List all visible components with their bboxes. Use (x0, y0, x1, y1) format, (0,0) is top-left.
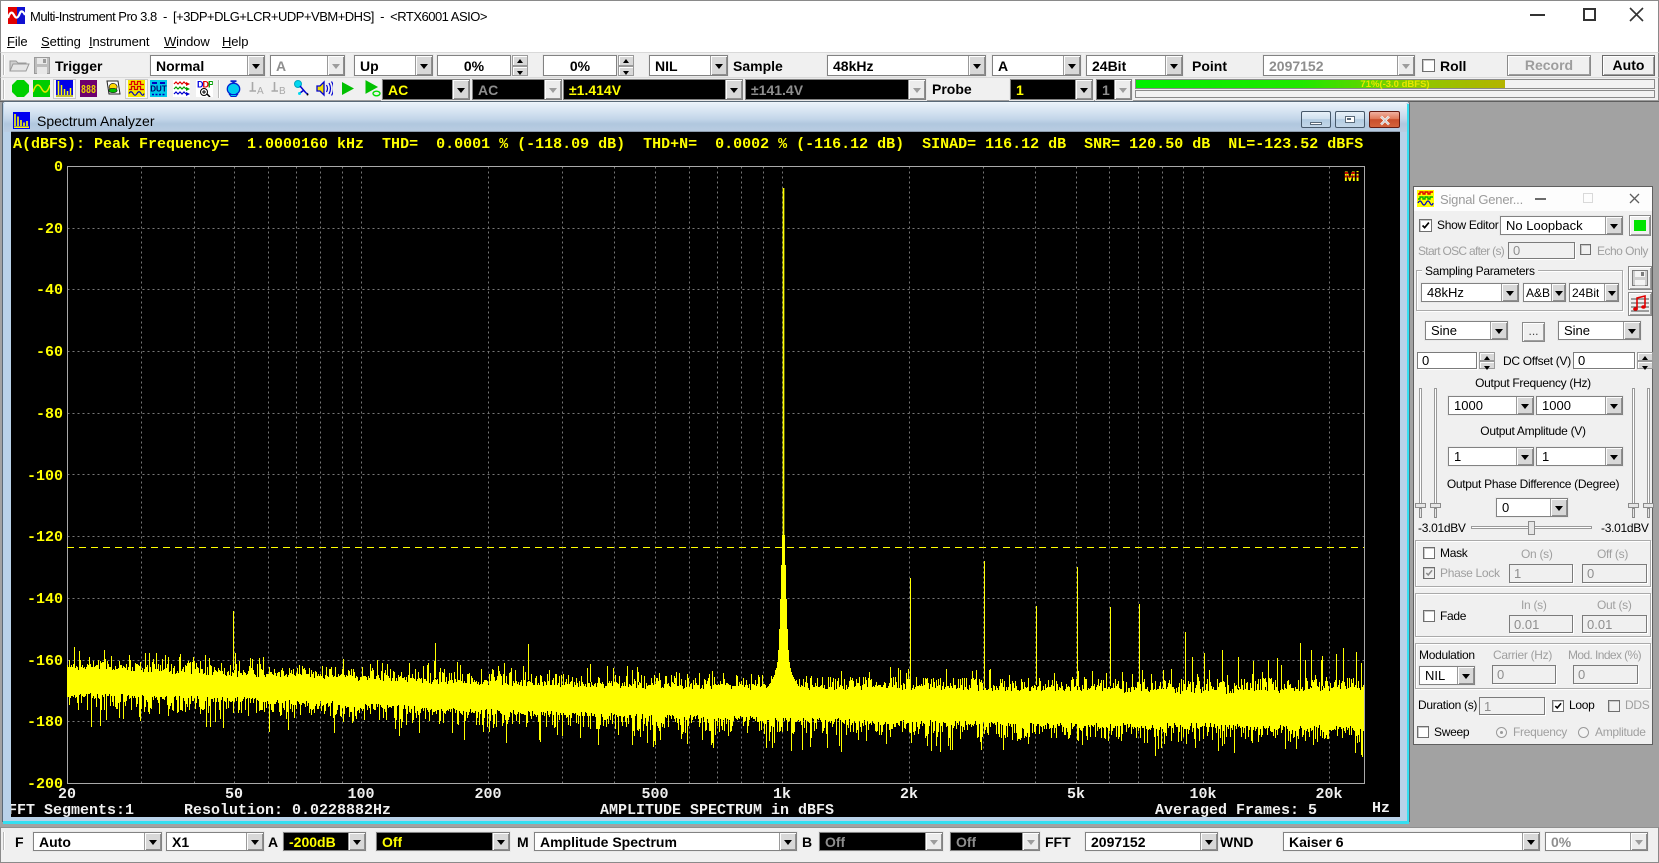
svg-text:500: 500 (641, 786, 668, 803)
svg-text:-160: -160 (27, 653, 63, 670)
svg-text:-20: -20 (36, 221, 63, 238)
svg-text:-140: -140 (27, 591, 63, 608)
svg-text:5k: 5k (1067, 786, 1085, 803)
svg-text:50: 50 (225, 786, 243, 803)
svg-text:A: A (257, 86, 264, 97)
svg-text:-100: -100 (27, 468, 63, 485)
svg-text:20k: 20k (1315, 786, 1342, 803)
svg-text:A(dBFS): Peak Frequency= 1.00: A(dBFS): Peak Frequency= 1.0000160 kHz T… (13, 136, 1363, 153)
svg-text:Resolution: 0.0228882Hz: Resolution: 0.0228882Hz (184, 802, 391, 817)
svg-text:100: 100 (347, 786, 374, 803)
svg-text:AMPLITUDE SPECTRUM in dBFS: AMPLITUDE SPECTRUM in dBFS (600, 802, 834, 817)
svg-text:-60: -60 (36, 344, 63, 361)
svg-text:200: 200 (474, 786, 501, 803)
svg-text:888: 888 (81, 83, 96, 97)
svg-text:P: P (208, 80, 213, 90)
svg-text:FFT Segments:1: FFT Segments:1 (11, 802, 134, 817)
svg-text:20: 20 (58, 786, 76, 803)
svg-text:2k: 2k (900, 786, 918, 803)
svg-text:B: B (279, 86, 286, 97)
svg-text:Hz: Hz (1372, 800, 1390, 817)
svg-text:-80: -80 (36, 406, 63, 423)
svg-text:10k: 10k (1189, 786, 1216, 803)
svg-text:0: 0 (54, 159, 63, 176)
svg-text:-40: -40 (36, 282, 63, 299)
svg-text:1k: 1k (773, 786, 791, 803)
svg-text:-120: -120 (27, 529, 63, 546)
svg-text:-180: -180 (27, 714, 63, 731)
svg-text:DUT: DUT (150, 85, 167, 94)
svg-text:Averaged Frames: 5: Averaged Frames: 5 (1155, 802, 1317, 817)
